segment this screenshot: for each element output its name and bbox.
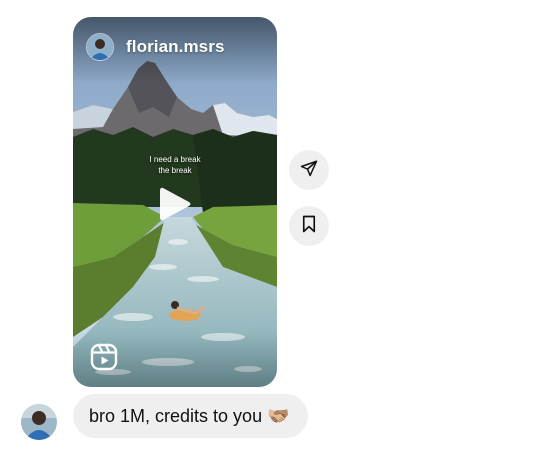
message-text: bro 1M, credits to you 🫱🏼‍🫲🏽 bbox=[89, 405, 290, 426]
dm-thread: florian.msrs I need a break the break br… bbox=[0, 0, 551, 455]
send-icon bbox=[300, 159, 318, 182]
reels-icon bbox=[90, 343, 118, 371]
share-button[interactable] bbox=[289, 150, 329, 190]
reel-author-avatar[interactable] bbox=[86, 33, 114, 61]
reel-caption-line: the break bbox=[158, 166, 192, 175]
avatar-image bbox=[21, 404, 57, 440]
reel-header: florian.msrs bbox=[86, 33, 225, 61]
bookmark-icon bbox=[301, 215, 317, 238]
avatar-image bbox=[87, 34, 113, 60]
reel-caption-line: I need a break bbox=[149, 155, 201, 164]
reel-caption: I need a break the break bbox=[73, 154, 277, 176]
shared-reel-card[interactable]: florian.msrs I need a break the break bbox=[73, 17, 277, 387]
sender-avatar[interactable] bbox=[21, 404, 57, 440]
message-bubble[interactable]: bro 1M, credits to you 🫱🏼‍🫲🏽 bbox=[73, 394, 308, 438]
play-icon[interactable] bbox=[157, 185, 193, 223]
reel-author-username[interactable]: florian.msrs bbox=[126, 37, 225, 57]
save-button[interactable] bbox=[289, 206, 329, 246]
